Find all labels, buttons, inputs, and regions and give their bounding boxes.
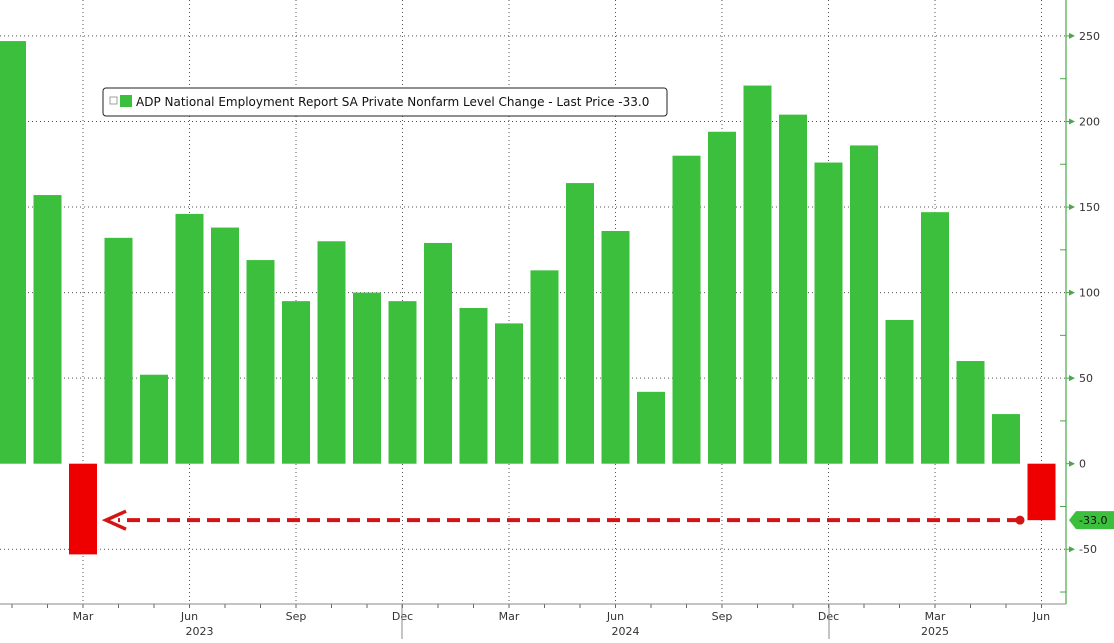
- y-tick-arrow: [1069, 32, 1075, 39]
- bar: [921, 212, 949, 464]
- bar: [211, 227, 239, 464]
- bars: [0, 41, 1056, 555]
- arrow-annotation: [101, 509, 1025, 531]
- bar: [495, 323, 523, 464]
- x-tick-label: Sep: [286, 610, 307, 623]
- x-tick-label: Jun: [606, 610, 624, 623]
- x-tick-label: Mar: [499, 610, 520, 623]
- x-tick-label: Jun: [180, 610, 198, 623]
- y-tick-arrow: [1069, 375, 1075, 382]
- arrowhead: [101, 509, 127, 531]
- y-tick-arrow: [1069, 118, 1075, 125]
- x-axis: MarJunSepDecMarJunSepDecMarJun2023202420…: [0, 603, 1066, 639]
- bar: [708, 131, 736, 464]
- year-label: 2024: [612, 625, 640, 638]
- bar: [885, 319, 914, 464]
- bar: [637, 391, 665, 464]
- y-tick-label: 0: [1079, 458, 1086, 471]
- bar: [140, 374, 168, 464]
- bar: [459, 307, 488, 464]
- x-tick-label: Jun: [1032, 610, 1050, 623]
- bar: [1027, 463, 1056, 521]
- bar: [104, 237, 133, 464]
- bar: [424, 242, 452, 464]
- y-axis: -50 0 50 100 150 200 250 -33.0: [1060, 0, 1114, 604]
- bar: [779, 114, 807, 464]
- y-tick-label: -50: [1079, 543, 1097, 556]
- y-tick-arrow: [1069, 204, 1075, 211]
- last-price-label: -33.0: [1079, 514, 1107, 527]
- bar: [388, 301, 417, 464]
- bar: [992, 414, 1020, 464]
- y-tick-arrow: [1069, 546, 1075, 553]
- y-tick-label: 250: [1079, 30, 1100, 43]
- bar: [601, 230, 630, 464]
- bar: [672, 155, 701, 464]
- bar: [175, 213, 204, 464]
- bar: [353, 292, 381, 464]
- bar: [246, 260, 275, 464]
- bar: [814, 162, 843, 464]
- bar: [317, 241, 346, 464]
- x-tick-label: Mar: [925, 610, 946, 623]
- arrow-start-dot: [1015, 515, 1025, 525]
- x-tick-label: Mar: [73, 610, 94, 623]
- bar-chart: -50050100150200250-33.0 MarJunSepDecMarJ…: [0, 0, 1114, 639]
- year-label: 2023: [186, 625, 214, 638]
- legend-swatch: [120, 95, 132, 107]
- legend-label: ADP National Employment Report SA Privat…: [136, 95, 649, 109]
- bar: [566, 183, 594, 464]
- bar: [282, 301, 310, 464]
- y-tick-arrow: [1069, 460, 1075, 467]
- legend: ADP National Employment Report SA Privat…: [102, 87, 668, 117]
- y-tick-label: 150: [1079, 201, 1100, 214]
- y-tick-label: 100: [1079, 287, 1100, 300]
- bar: [33, 195, 62, 464]
- bar: [0, 41, 26, 464]
- bar: [743, 85, 772, 464]
- y-tick-arrow: [1069, 289, 1075, 296]
- y-tick-label: 50: [1079, 372, 1093, 385]
- bar: [850, 145, 878, 464]
- y-tick-label: 200: [1079, 115, 1100, 128]
- bar: [956, 361, 985, 464]
- x-tick-label: Sep: [712, 610, 733, 623]
- year-label: 2025: [921, 625, 949, 638]
- bar: [69, 463, 97, 555]
- bar: [530, 270, 559, 464]
